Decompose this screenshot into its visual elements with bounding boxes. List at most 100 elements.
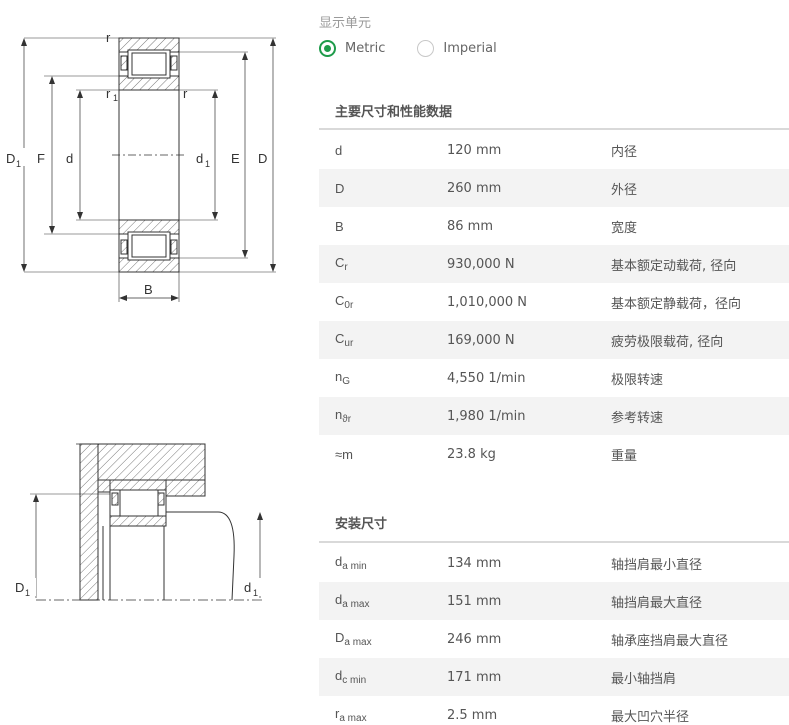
metric-radio-label: Metric xyxy=(345,41,386,56)
parameter-symbol: C0r xyxy=(335,293,353,311)
table-row: Da max 246 mm 轴承座挡肩最大直径 xyxy=(319,620,789,658)
parameter-symbol: nϑr xyxy=(335,407,351,425)
dim-E-label: E xyxy=(231,151,240,166)
parameter-symbol: D xyxy=(335,181,344,196)
bearing-drawings: D 1 F d d 1 E D B r r 1 r D 1 d 1 xyxy=(0,0,300,725)
parameter-value: 171 mm xyxy=(447,669,502,685)
parameter-value: 1,010,000 N xyxy=(447,294,528,310)
table-row: nG 4,550 1/min 极限转速 xyxy=(319,359,789,397)
unit-selector: Metric Imperial xyxy=(319,40,497,57)
parameter-value: 246 mm xyxy=(447,631,502,647)
parameter-description: 宽度 xyxy=(611,220,638,236)
parameter-symbol: nG xyxy=(335,369,350,387)
symbol-main: C xyxy=(335,293,345,308)
table-row: Cr 930,000 N 基本额定动载荷, 径向 xyxy=(319,245,789,283)
mount-d1-sub: 1 xyxy=(253,588,258,598)
symbol-main: C xyxy=(335,255,345,270)
parameter-symbol: Da max xyxy=(335,630,372,648)
parameter-description: 内径 xyxy=(611,144,638,160)
table-row: da min 134 mm 轴挡肩最小直径 xyxy=(319,544,789,582)
symbol-subscript: a min xyxy=(342,561,367,572)
parameter-value: 1,980 1/min xyxy=(447,408,526,424)
parameter-description: 轴挡肩最大直径 xyxy=(611,595,703,611)
parameter-description: 参考转速 xyxy=(611,410,664,426)
main-dimensions-title: 主要尺寸和性能数据 xyxy=(335,105,453,120)
mount-d1-label: d xyxy=(244,580,251,595)
symbol-subscript: ϑr xyxy=(342,414,352,425)
parameter-value: 4,550 1/min xyxy=(447,370,526,386)
mount-D1-label: D xyxy=(15,580,24,595)
parameter-value: 169,000 N xyxy=(447,332,515,348)
imperial-radio-dot[interactable] xyxy=(417,40,435,57)
symbol-subscript: c min xyxy=(342,675,367,686)
parameter-value: 86 mm xyxy=(447,218,494,234)
parameter-value: 23.8 kg xyxy=(447,446,496,462)
parameter-value: 930,000 N xyxy=(447,256,515,272)
table-row: Cur 169,000 N 疲劳极限载荷, 径向 xyxy=(319,321,789,359)
parameter-symbol: da max xyxy=(335,592,369,610)
table-row: B 86 mm 宽度 xyxy=(319,207,789,245)
parameter-description: 疲劳极限载荷, 径向 xyxy=(611,334,724,350)
dim-r-top-label: r xyxy=(106,30,111,45)
table-row: dc min 171 mm 最小轴挡肩 xyxy=(319,658,789,696)
table-row: ra max 2.5 mm 最大凹穴半径 xyxy=(319,696,789,725)
dim-F-label: F xyxy=(37,151,45,166)
table-row: da max 151 mm 轴挡肩最大直径 xyxy=(319,582,789,620)
parameter-description: 外径 xyxy=(611,182,638,198)
parameter-value: 2.5 mm xyxy=(447,707,498,723)
imperial-radio[interactable]: Imperial xyxy=(417,40,497,57)
dim-B-label: B xyxy=(144,282,153,297)
mounting-dimensions-table: da min 134 mm 轴挡肩最小直径 da max 151 mm 轴挡肩最大直径 Da… xyxy=(319,544,789,725)
parameter-description: 基本额定动载荷, 径向 xyxy=(611,258,737,274)
symbol-subscript: a max xyxy=(339,713,367,724)
parameter-description: 轴挡肩最小直径 xyxy=(611,557,703,573)
symbol-subscript: G xyxy=(342,376,351,387)
bearing-cross-section-drawing: D 1 F d d 1 E D B r r 1 r D 1 d 1 xyxy=(3,30,276,601)
dim-r-right-label: r xyxy=(183,86,188,101)
main-dimensions-divider xyxy=(319,128,789,130)
symbol-subscript: 0r xyxy=(344,300,354,311)
symbol-subscript: r xyxy=(344,262,348,273)
parameter-symbol: ra max xyxy=(335,706,367,724)
mount-D1-sub: 1 xyxy=(25,588,30,598)
main-dimensions-table: d 120 mm 内径 D 260 mm 外径 B 86 mm 宽度 Cr 930,000 N 基本额… xyxy=(319,131,789,473)
symbol-subscript: ur xyxy=(344,338,354,349)
parameter-value: 151 mm xyxy=(447,593,502,609)
imperial-radio-label: Imperial xyxy=(443,41,497,56)
symbol-subscript: a max xyxy=(344,637,372,648)
parameter-value: 134 mm xyxy=(447,555,502,571)
symbol-main: C xyxy=(335,331,345,346)
dim-r1-sub: 1 xyxy=(113,93,118,103)
parameter-symbol: B xyxy=(335,219,344,234)
dim-D1-label: D xyxy=(6,151,15,166)
parameter-symbol: d xyxy=(335,143,342,158)
parameter-description: 最大凹穴半径 xyxy=(611,709,690,725)
dim-D1-sub: 1 xyxy=(16,159,21,169)
symbol-main: D xyxy=(335,630,345,645)
table-row: ≈m 23.8 kg 重量 xyxy=(319,435,789,473)
dim-D-label: D xyxy=(258,151,267,166)
symbol-main: B xyxy=(335,218,344,234)
metric-radio-dot[interactable] xyxy=(319,40,336,57)
parameter-description: 基本额定静载荷，径向 xyxy=(611,296,742,312)
metric-radio[interactable]: Metric xyxy=(319,40,385,57)
table-row: C0r 1,010,000 N 基本额定静载荷，径向 xyxy=(319,283,789,321)
mounting-dimensions-title: 安装尺寸 xyxy=(335,517,388,532)
parameter-value: 120 mm xyxy=(447,142,502,158)
parameter-symbol: Cr xyxy=(335,255,348,273)
parameter-description: 轴承座挡肩最大直径 xyxy=(611,633,729,649)
parameter-symbol: Cur xyxy=(335,331,353,349)
table-row: nϑr 1,980 1/min 参考转速 xyxy=(319,397,789,435)
table-row: D 260 mm 外径 xyxy=(319,169,789,207)
symbol-main: ≈m xyxy=(335,446,353,462)
parameter-description: 最小轴挡肩 xyxy=(611,671,677,687)
symbol-main: D xyxy=(335,180,345,196)
parameter-description: 极限转速 xyxy=(611,372,664,388)
symbol-main: d xyxy=(335,142,343,158)
mounting-dimensions-divider xyxy=(319,541,789,543)
parameter-description: 重量 xyxy=(611,448,638,464)
parameter-symbol: ≈m xyxy=(335,447,353,462)
dim-r1-label: r xyxy=(106,86,111,101)
parameter-value: 260 mm xyxy=(447,180,502,196)
parameter-symbol: da min xyxy=(335,554,367,572)
